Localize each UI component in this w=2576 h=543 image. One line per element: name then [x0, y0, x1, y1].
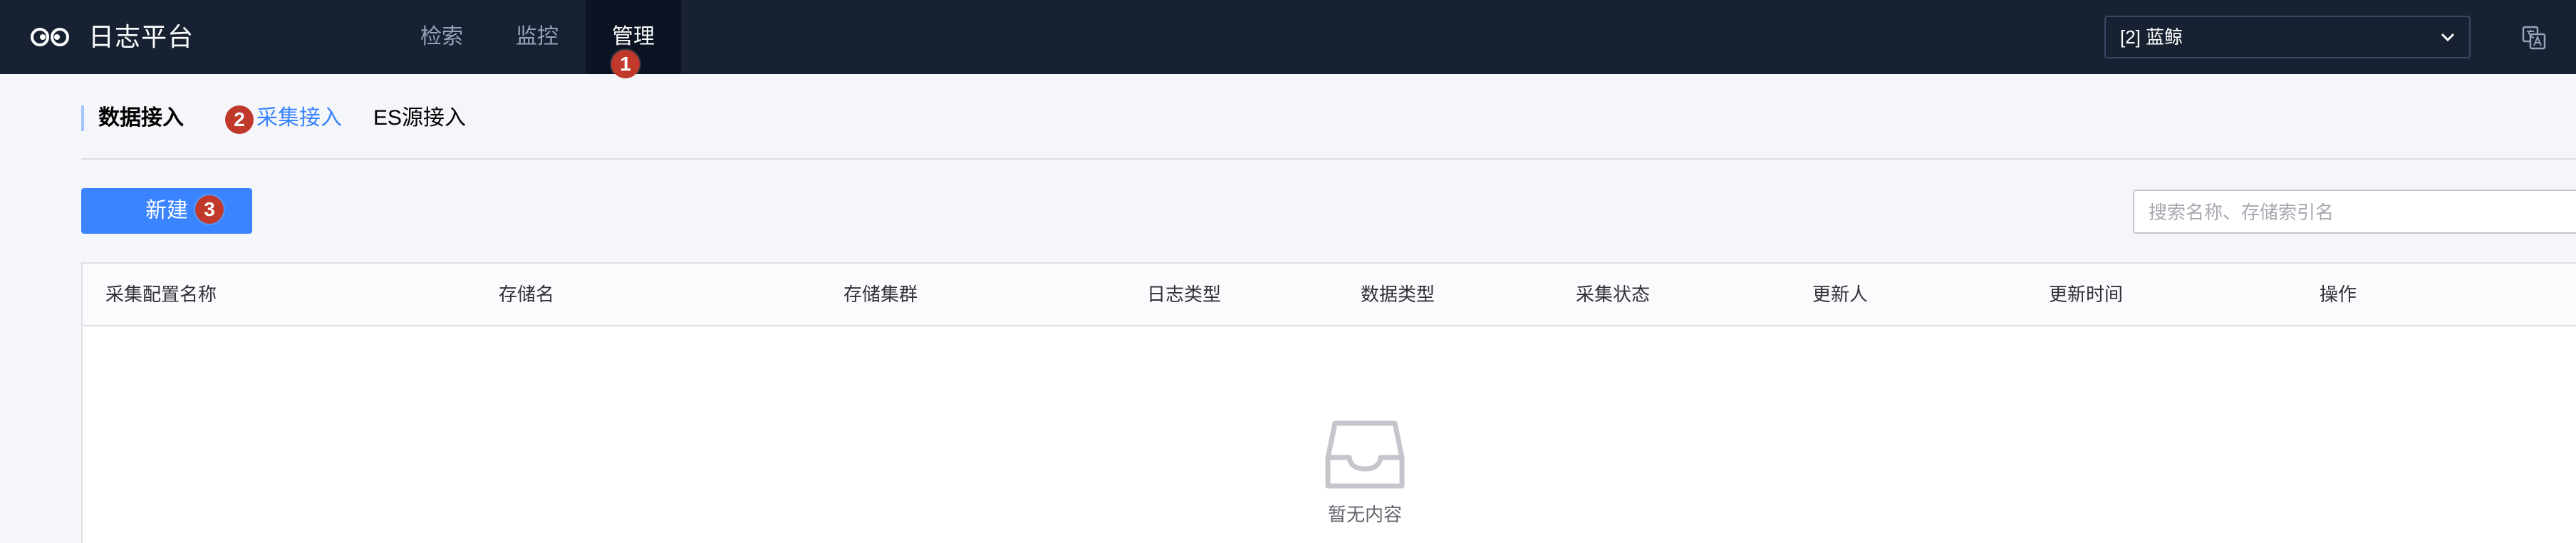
step-badge-3: 3	[195, 195, 224, 224]
column-header-storage-name: 存储名	[499, 284, 555, 305]
empty-inbox-icon	[1325, 420, 1405, 489]
subnav-separator	[81, 158, 2576, 160]
tab-collect-access[interactable]: 采集接入	[256, 103, 342, 134]
language-icon[interactable]	[2522, 26, 2546, 50]
logo-icon	[31, 28, 69, 46]
column-header-storage-cluster: 存储集群	[843, 284, 918, 305]
tab-es-source-access[interactable]: ES源接入	[373, 103, 466, 134]
column-header-updated-by: 更新人	[1812, 284, 1869, 305]
business-select[interactable]: [2] 蓝鲸	[2104, 16, 2471, 58]
table-header: 采集配置名称 存储名 存储集群 日志类型 数据类型 采集状态 更新人 更新时间 …	[83, 264, 2576, 326]
column-header-actions: 操作	[2320, 284, 2357, 305]
empty-state-text: 暂无内容	[1327, 504, 1402, 525]
column-header-config-name: 采集配置名称	[105, 284, 217, 305]
subnav-divider	[81, 105, 84, 131]
search-input[interactable]	[2147, 200, 2549, 225]
step-badge-2: 2	[225, 105, 254, 134]
chevron-down-icon	[2441, 33, 2455, 42]
new-button-label: 新建	[145, 199, 188, 222]
step-badge-1: 1	[611, 50, 640, 78]
subnav-title: 数据接入	[98, 106, 184, 130]
column-header-log-type: 日志类型	[1147, 284, 1222, 305]
column-header-data-type: 数据类型	[1361, 284, 1435, 305]
business-select-value: [2] 蓝鲸	[2120, 26, 2183, 48]
column-header-updated-time: 更新时间	[2049, 284, 2124, 305]
nav-item-search[interactable]: 检索	[399, 0, 484, 74]
search-box[interactable]	[2133, 190, 2576, 234]
new-button[interactable]: 新建 3	[81, 188, 252, 234]
top-navbar: 日志平台 检索 监控 管理 1 [2] 蓝鲸	[0, 0, 2576, 78]
app-title: 日志平台	[88, 22, 194, 51]
column-header-collect-status: 采集状态	[1576, 284, 1651, 305]
collector-table: 采集配置名称 存储名 存储集群 日志类型 数据类型 采集状态 更新人 更新时间 …	[81, 262, 2576, 543]
nav-item-monitor[interactable]: 监控	[494, 0, 580, 74]
